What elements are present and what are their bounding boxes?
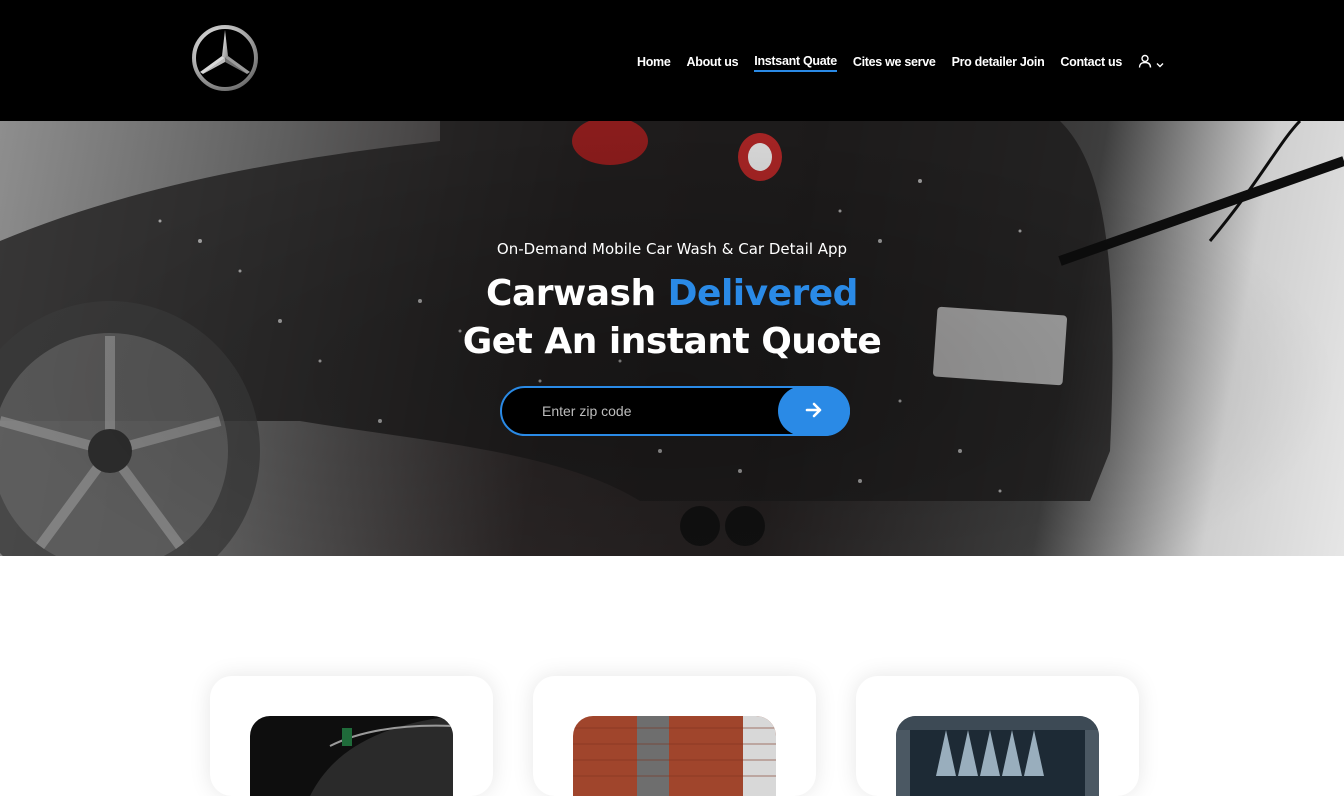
nav-cities-we-serve[interactable]: Cites we serve (853, 53, 936, 71)
brick-building-image (573, 716, 776, 796)
nav-contact-us[interactable]: Contact us (1060, 53, 1122, 71)
feature-card[interactable] (533, 676, 816, 796)
mercedes-star-icon[interactable] (191, 24, 259, 92)
dark-car-image (250, 716, 453, 796)
nav-instant-quote[interactable]: Instsant Quate (754, 52, 837, 72)
nav-pro-detailer-join[interactable]: Pro detailer Join (952, 53, 1045, 71)
hero-headline-line1: Carwash Delivered (0, 269, 1344, 319)
zip-submit-button[interactable] (778, 386, 850, 436)
headline-text: Carwash (486, 273, 668, 314)
feature-card[interactable] (856, 676, 1139, 796)
user-menu[interactable] (1138, 53, 1164, 71)
nav-home[interactable]: Home (637, 53, 671, 71)
user-icon (1138, 53, 1152, 72)
car-wash-brushes-image (896, 716, 1099, 796)
feature-card[interactable] (210, 676, 493, 796)
headline-accent: Delivered (667, 273, 859, 314)
hero-headline-line2: Get An instant Quote (462, 321, 882, 362)
nav-about-us[interactable]: About us (687, 53, 739, 71)
chevron-down-icon (1156, 53, 1164, 72)
site-header: Home About us Instsant Quate Cites we se… (0, 0, 1344, 121)
hero-section: On-Demand Mobile Car Wash & Car Detail A… (0, 121, 1344, 556)
main-nav: Home About us Instsant Quate Cites we se… (621, 52, 1164, 72)
feature-cards (0, 676, 1344, 796)
hero-tagline: On-Demand Mobile Car Wash & Car Detail A… (496, 240, 848, 258)
zip-search-form (500, 386, 850, 436)
arrow-right-icon (805, 402, 823, 421)
